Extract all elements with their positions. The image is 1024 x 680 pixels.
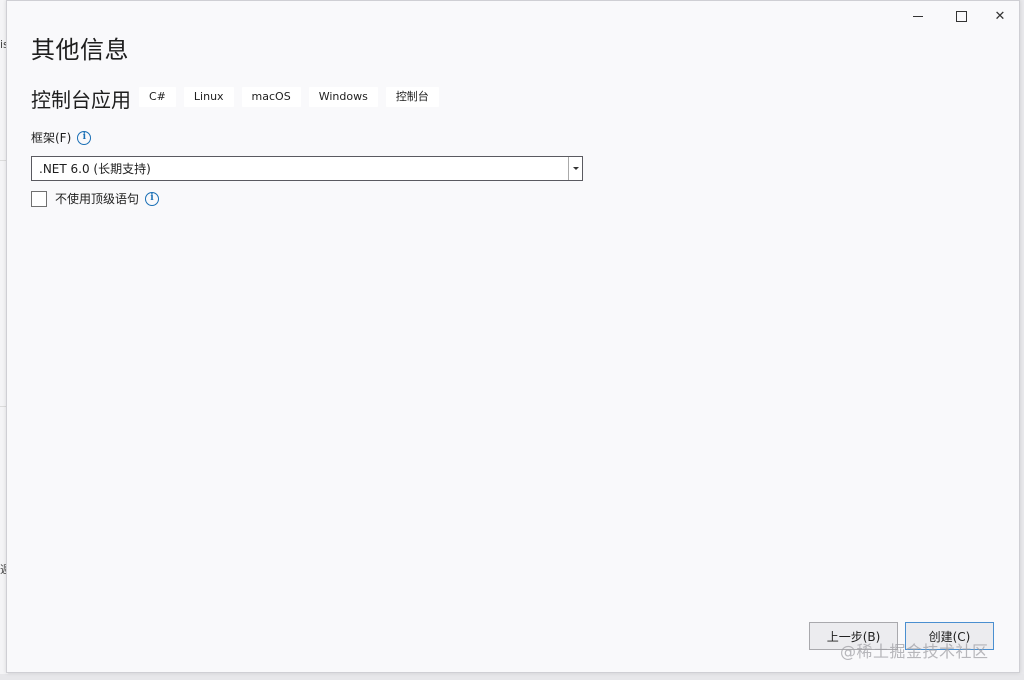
tag-console: 控制台 xyxy=(385,87,439,107)
framework-selected-value: .NET 6.0 (长期支持) xyxy=(39,162,151,176)
top-level-statements-row: 不使用顶级语句 i xyxy=(31,190,160,207)
dialog-title: 其他信息 xyxy=(31,36,129,64)
additional-info-dialog: ✕ 其他信息 控制台应用 C# Linux macOS Windows 控制台 … xyxy=(6,0,1020,673)
top-level-statements-label[interactable]: 不使用顶级语句 xyxy=(55,190,139,207)
tag-macos: macOS xyxy=(241,87,301,107)
tag-csharp: C# xyxy=(139,87,176,107)
close-icon: ✕ xyxy=(994,8,1006,24)
top-level-statements-checkbox[interactable] xyxy=(31,190,47,207)
maximize-icon xyxy=(955,10,967,22)
minimize-icon xyxy=(913,15,923,17)
minimize-button[interactable] xyxy=(898,1,938,31)
template-name: 控制台应用 xyxy=(31,88,131,112)
info-icon[interactable]: i xyxy=(77,130,92,145)
framework-label: 框架(F) xyxy=(31,131,72,145)
info-icon[interactable]: i xyxy=(145,191,160,206)
chevron-down-icon xyxy=(572,167,579,170)
tag-windows: Windows xyxy=(308,87,378,107)
watermark: @稀土掘金技术社区 xyxy=(840,642,989,661)
framework-label-row: 框架(F) i xyxy=(31,129,92,146)
close-button[interactable]: ✕ xyxy=(980,1,1020,31)
template-tags: C# Linux macOS Windows 控制台 xyxy=(139,87,439,107)
background-bottom-edge xyxy=(0,674,1024,680)
dropdown-button[interactable] xyxy=(568,157,582,180)
maximize-button[interactable] xyxy=(941,1,981,31)
tag-linux: Linux xyxy=(183,87,234,107)
framework-dropdown[interactable]: .NET 6.0 (长期支持) xyxy=(31,156,583,181)
